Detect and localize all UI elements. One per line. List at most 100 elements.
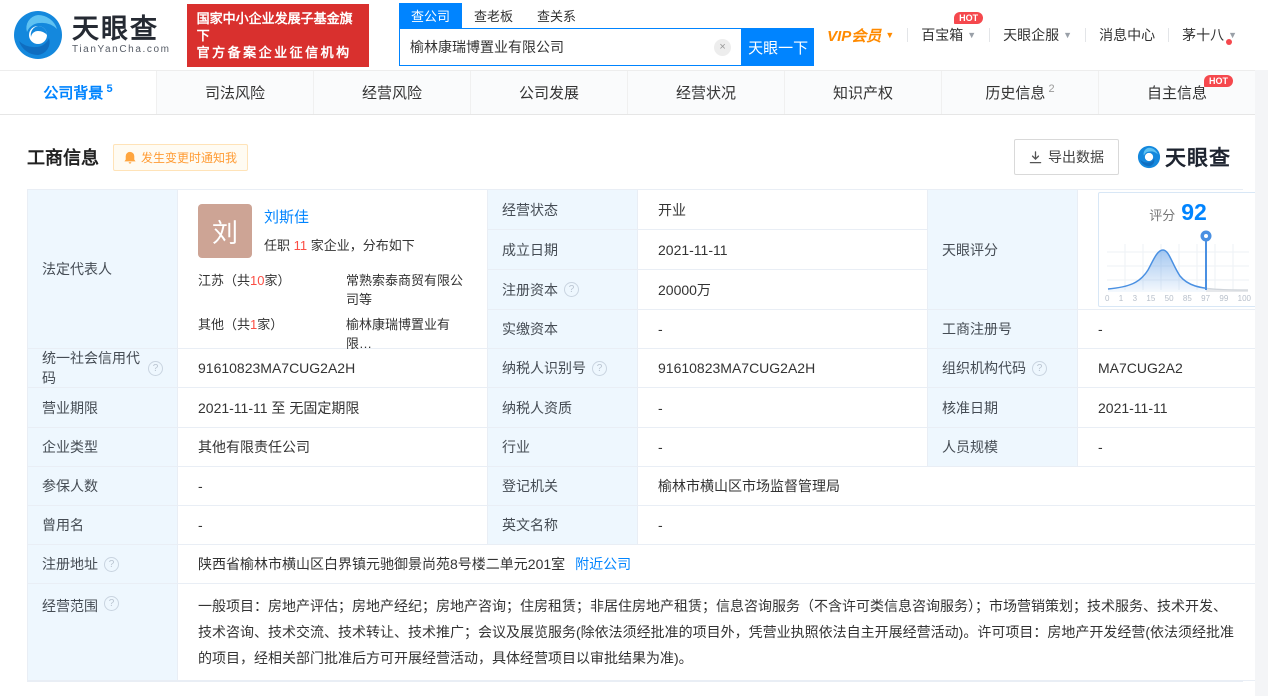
tab-company-development[interactable]: 公司发展	[470, 71, 627, 114]
help-icon[interactable]: ?	[104, 556, 119, 572]
region-wrap: （共	[224, 273, 251, 288]
distribution-company[interactable]: 常熟索泰商贸有限公司等	[346, 270, 469, 308]
menu-enterprise-service-label: 天眼企服	[1003, 27, 1060, 43]
tab-operating-status[interactable]: 经营状况	[627, 71, 784, 114]
tenure-count: 11	[293, 238, 308, 253]
region-name: 江苏	[198, 273, 225, 288]
search-tab-boss[interactable]: 查老板	[462, 3, 525, 28]
export-data-button[interactable]: 导出数据	[1014, 139, 1119, 175]
section-header: 工商信息 发生变更时通知我 导出数据 天眼查	[0, 115, 1255, 189]
label-text: 统一社会信用代码	[42, 350, 140, 386]
tab-label: 司法风险	[204, 85, 265, 102]
nearby-companies-link[interactable]: 附近公司	[575, 554, 631, 574]
chevron-down-icon: ▼	[1063, 30, 1073, 40]
field-label-taxpayer-id: 纳税人识别号?	[488, 349, 638, 388]
hot-badge: HOT	[954, 12, 984, 24]
field-label-legal-rep: 法定代表人	[28, 190, 178, 349]
tianyancha-logo[interactable]: 天眼查 TianYanCha.com	[12, 9, 171, 61]
help-icon[interactable]: ?	[592, 360, 607, 376]
tenure-prefix: 任职	[264, 238, 291, 253]
certification-line1: 国家中小企业发展子基金旗下	[196, 10, 353, 43]
help-icon[interactable]: ?	[1032, 360, 1047, 376]
field-value-taxpayer-id: 91610823MA7CUG2A2H	[638, 349, 928, 388]
field-value-status: 开业	[638, 190, 928, 230]
field-label-taxpayer-quality: 纳税人资质	[488, 388, 638, 428]
tab-intellectual-property[interactable]: 知识产权	[784, 71, 941, 114]
field-value-industry: -	[638, 428, 928, 467]
region-wrap: 家）	[257, 317, 284, 332]
menu-toolbox-label: 百宝箱	[921, 27, 964, 43]
tab-label: 自主信息	[1146, 85, 1207, 102]
search-tab-relation[interactable]: 查关系	[525, 3, 588, 28]
score-widget[interactable]: 评分 92 0 1 3 15 50 85 97 99 100	[1078, 190, 1261, 310]
menu-user-label: 茅十八	[1182, 27, 1225, 43]
tab-count: 2	[1048, 83, 1055, 95]
field-value-reg-address: 陕西省榆林市横山区白界镇元驰御景尚苑8号楼二单元201室 附近公司	[178, 545, 1261, 584]
field-label-credit-code: 统一社会信用代码?	[28, 349, 178, 388]
field-label-staff-size: 人员规模	[928, 428, 1078, 467]
clear-search-icon[interactable]: ×	[714, 38, 732, 56]
field-label-former-name: 曾用名	[28, 506, 178, 545]
business-info-table: 法定代表人 刘 刘斯佳 任职 11 家企业，分布如下 江苏（共10家） 常熟索泰…	[27, 189, 1261, 682]
tab-operating-risk[interactable]: 经营风险	[313, 71, 470, 114]
certification-badge: 国家中小企业发展子基金旗下 官方备案企业征信机构	[186, 3, 369, 67]
legal-rep-info: 刘斯佳 任职 11 家企业，分布如下	[264, 204, 415, 258]
notification-dot	[1226, 39, 1232, 45]
help-icon[interactable]: ?	[564, 282, 579, 297]
tab-label: 公司发展	[518, 85, 579, 102]
notify-on-change-button[interactable]: 发生变更时通知我	[113, 143, 249, 171]
tab-history-info[interactable]: 历史信息 2	[941, 71, 1098, 114]
company-nav-tabs: 公司背景 5 司法风险 经营风险 公司发展 经营状况 知识产权 历史信息 2 自…	[0, 70, 1255, 115]
field-value-english-name: -	[638, 506, 1261, 545]
tab-judicial-risk[interactable]: 司法风险	[156, 71, 313, 114]
search-tab-company[interactable]: 查公司	[398, 3, 462, 28]
help-icon[interactable]: ?	[148, 360, 163, 376]
tab-self-info[interactable]: 自主信息 HOT	[1098, 71, 1255, 114]
region-count: 10	[250, 273, 265, 288]
tab-company-background[interactable]: 公司背景 5	[0, 71, 156, 114]
search-box: ×	[398, 28, 743, 66]
bell-icon	[124, 151, 136, 163]
help-icon[interactable]: ?	[104, 596, 119, 611]
distribution-company[interactable]: 榆林康瑞博置业有限…	[346, 314, 469, 352]
region-wrap: （共	[224, 317, 251, 332]
field-label-english-name: 英文名称	[488, 506, 638, 545]
tenure-suffix: 家企业，分布如下	[310, 238, 415, 253]
menu-user[interactable]: 茅十八 ▼	[1169, 25, 1250, 45]
search-row: × 天眼一下	[398, 28, 815, 66]
label-text: 纳税人识别号	[502, 360, 586, 376]
search-input[interactable]	[409, 39, 715, 55]
field-label-reg-authority: 登记机关	[488, 467, 638, 506]
tick-label: 85	[1182, 294, 1192, 303]
field-label-biz-term: 营业期限	[28, 388, 178, 428]
tianyancha-logo-icon	[14, 11, 62, 59]
label-text: 注册资本	[502, 281, 558, 298]
field-value-paid-capital: -	[638, 310, 928, 349]
legal-rep-name-link[interactable]: 刘斯佳	[264, 206, 309, 227]
tab-label: 知识产权	[832, 85, 893, 102]
menu-message-center-label: 消息中心	[1099, 27, 1156, 43]
field-label-reg-number: 工商注册号	[928, 310, 1078, 349]
watermark-text: 天眼查	[1165, 147, 1231, 170]
field-value-business-scope: 一般项目：房地产评估；房地产经纪；房地产咨询；住房租赁；非居住房地产租赁；信息咨…	[178, 584, 1261, 681]
menu-toolbox[interactable]: HOT 百宝箱 ▼	[908, 12, 989, 45]
distribution-region: 江苏（共10家）	[198, 270, 346, 308]
tab-count: 5	[106, 83, 113, 95]
menu-enterprise-service[interactable]: 天眼企服 ▼	[990, 25, 1085, 45]
field-label-reg-address: 注册地址?	[28, 545, 178, 584]
legal-rep-distribution: 江苏（共10家） 常熟索泰商贸有限公司等 其他（共1家） 榆林康瑞博置业有限…	[198, 270, 469, 352]
label-text: 组织机构代码	[942, 360, 1026, 376]
field-label-insured-count: 参保人数	[28, 467, 178, 506]
section-title: 工商信息	[27, 148, 99, 168]
legal-rep-top: 刘 刘斯佳 任职 11 家企业，分布如下	[198, 204, 469, 258]
avatar[interactable]: 刘	[198, 204, 252, 258]
menu-vip[interactable]: VIP会员 ▼	[814, 25, 907, 46]
legal-rep-card: 刘 刘斯佳 任职 11 家企业，分布如下 江苏（共10家） 常熟索泰商贸有限公司…	[178, 190, 488, 352]
field-label-est-date: 成立日期	[488, 230, 638, 270]
tianyancha-watermark-icon	[1137, 145, 1161, 169]
search-button[interactable]: 天眼一下	[742, 28, 815, 66]
tab-label: 经营状况	[675, 85, 736, 102]
field-value-reg-authority: 榆林市横山区市场监督管理局	[638, 467, 1261, 506]
tianyancha-company-page: 天眼查 TianYanCha.com 国家中小企业发展子基金旗下 官方备案企业征…	[0, 0, 1268, 696]
menu-message-center[interactable]: 消息中心	[1086, 25, 1168, 45]
